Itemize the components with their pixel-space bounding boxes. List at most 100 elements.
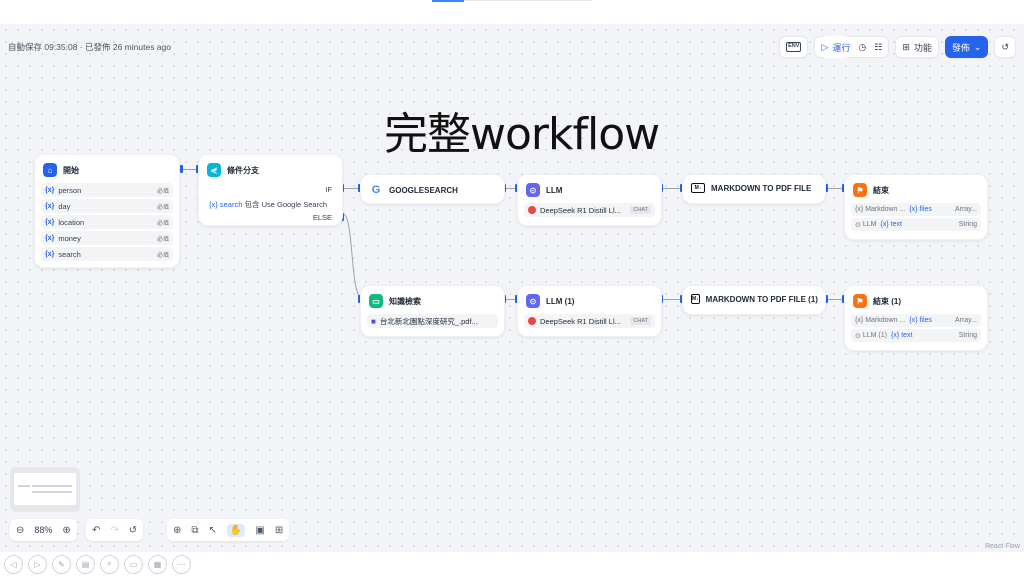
folder-icon: ■	[371, 316, 376, 326]
run-label: 運行	[832, 42, 851, 53]
slides-icon[interactable]: ▤	[76, 554, 95, 574]
googlesearch-node-title: GOOGLESEARCH	[389, 185, 458, 195]
google-icon: G	[369, 183, 383, 197]
organize-icon[interactable]: ⊞	[275, 525, 283, 536]
publish-label: 發佈	[951, 42, 970, 53]
zoom-in-icon[interactable]: ⊕	[62, 525, 70, 536]
knowledge-doc-row: ■ 台北新北園點深度研究_.pdf...	[367, 314, 498, 328]
else-label: ELSE	[312, 213, 332, 222]
env-button[interactable]: ENV	[779, 36, 809, 58]
markdown-to-pdf-node-title: MARKDOWN TO PDF FILE	[711, 183, 812, 193]
end-output-row: ⊙ LLM (1) {x} text String	[851, 329, 981, 342]
pointer-icon[interactable]: ↖	[209, 525, 217, 536]
start-var-row: {x} person 必填	[41, 183, 173, 197]
canvas-toolbar: ENV ▷ 運行 ◷ ☷ ⊞ 功能 發佈 ⌄ ↺	[779, 36, 1016, 58]
llm-1-model-row: DeepSeek R1 Distill Ll... CHAT	[524, 314, 655, 328]
version-history-button[interactable]: ↺	[994, 36, 1016, 58]
publish-button[interactable]: 發佈 ⌄	[944, 36, 989, 58]
end-node[interactable]: ⚑ 結束 {x} Markdown ... {x} files Array... ⊙ LL…	[844, 174, 988, 240]
start-node[interactable]: ⌂ 開始 {x} person 必填 {x} day 必填 {x} location 必填 …	[34, 154, 180, 268]
presentation-toolbar: ◁ ▷ ✎ ▤ ⌕ ▭ ▦ ⋯	[0, 552, 1024, 576]
zoom-level[interactable]: 88%	[34, 525, 52, 535]
features-button[interactable]: ⊞ 功能	[895, 36, 939, 58]
previous-icon[interactable]: ◁	[4, 554, 23, 574]
more-icon[interactable]: ⋯	[172, 554, 191, 574]
end-icon: ⚑	[853, 294, 867, 308]
edge-llm-pdf	[662, 188, 682, 189]
tab-divider	[464, 0, 592, 1]
markdown-icon: M↓	[691, 183, 705, 193]
end-1-node[interactable]: ⚑ 結束 (1) {x} Markdown ... {x} files Array...…	[844, 285, 988, 351]
knowledge-node-title: 知識檢索	[389, 296, 421, 306]
magnify-icon[interactable]: ⌕	[100, 554, 119, 574]
minimap[interactable]	[10, 467, 80, 512]
zoom-controls: ⊖ 88% ⊕	[10, 519, 77, 541]
checklist-icon[interactable]: ☷	[874, 42, 882, 53]
top-strip	[0, 0, 1024, 24]
port[interactable]	[180, 165, 183, 173]
run-group: ▷ 運行 ◷ ☷	[814, 36, 890, 58]
googlesearch-node[interactable]: G GOOGLESEARCH	[360, 174, 505, 204]
markdown-to-pdf-1-node-title: MARKDOWN TO PDF FILE (1)	[705, 294, 818, 304]
start-var-row: {x} location 必填	[41, 215, 173, 229]
restore-icon: ↺	[1001, 41, 1009, 52]
deepseek-icon	[528, 206, 536, 214]
condition-node-title: 條件分支	[227, 165, 259, 175]
reactflow-attribution[interactable]: React Flow	[985, 543, 1020, 550]
start-node-title: 開始	[63, 165, 79, 175]
end-output-row: {x} Markdown ... {x} files Array...	[851, 203, 981, 216]
subtitles-icon[interactable]: ▭	[124, 554, 143, 574]
markdown-to-pdf-node[interactable]: M↓ MARKDOWN TO PDF FILE	[682, 174, 826, 204]
llm-model-row: DeepSeek R1 Distill Ll... CHAT	[524, 203, 655, 217]
condition-rule: {x} search 包含 Use Google Search	[209, 200, 328, 209]
env-icon: ENV	[786, 42, 802, 52]
markdown-to-pdf-1-node[interactable]: M↓ MARKDOWN TO PDF FILE (1)	[682, 285, 826, 315]
end-node-title: 結束	[873, 185, 889, 195]
workflow-canvas[interactable]: 自動保存 09:35:08 · 已發佈 26 minutes ago ENV ▷…	[0, 24, 1024, 552]
play-icon: ▷	[821, 41, 829, 52]
book-icon: ▭	[369, 294, 383, 308]
start-var-row: {x} day 必填	[41, 199, 173, 213]
tab-indicator	[432, 0, 464, 2]
redo-icon[interactable]: ↷	[110, 525, 118, 536]
start-var-row: {x} money 必填	[41, 231, 173, 245]
features-icon: ⊞	[902, 41, 910, 52]
run-button[interactable]: ▷ 運行	[821, 36, 851, 58]
deepseek-icon	[528, 317, 536, 325]
edge-llm2-pdf2	[662, 299, 682, 300]
if-label: IF	[325, 185, 332, 194]
llm-icon: ⊙	[526, 183, 540, 197]
minimap-viewport	[14, 473, 76, 505]
add-note-icon[interactable]: ⧉	[191, 525, 198, 536]
hand-icon[interactable]: ✋	[226, 523, 246, 537]
screen-icon[interactable]: ▦	[148, 554, 167, 574]
llm-node[interactable]: ⊙ LLM DeepSeek R1 Distill Ll... CHAT	[517, 174, 662, 226]
export-image-icon[interactable]: ▣	[255, 525, 264, 536]
end-icon: ⚑	[853, 183, 867, 197]
history-icon[interactable]: ↺	[129, 525, 137, 536]
home-icon: ⌂	[43, 163, 57, 177]
condition-node[interactable]: ⋞ 條件分支 IF {x} search 包含 Use Google Searc…	[198, 154, 343, 226]
branch-icon: ⋞	[207, 163, 221, 177]
llm-1-node[interactable]: ⊙ LLM (1) DeepSeek R1 Distill Ll... CHAT	[517, 285, 662, 337]
chevron-down-icon: ⌄	[973, 41, 982, 52]
canvas-title: 完整workflow	[384, 109, 660, 160]
llm-1-node-title: LLM (1)	[546, 296, 575, 306]
next-icon[interactable]: ▷	[28, 554, 47, 574]
end-output-row: ⊙ LLM {x} text String	[851, 218, 981, 231]
canvas-tools: ⊕ ⧉ ↖ ✋ ▣ ⊞	[167, 519, 290, 541]
history-clock-icon[interactable]: ◷	[858, 42, 866, 53]
end-1-node-title: 結束 (1)	[873, 296, 901, 306]
markdown-icon: M↓	[691, 294, 700, 304]
end-output-row: {x} Markdown ... {x} files Array...	[851, 314, 981, 327]
llm-node-title: LLM	[546, 185, 563, 195]
undo-icon[interactable]: ↶	[92, 525, 100, 536]
features-label: 功能	[913, 42, 932, 53]
autosave-status: 自動保存 09:35:08 · 已發佈 26 minutes ago	[8, 42, 171, 52]
knowledge-retrieval-node[interactable]: ▭ 知識檢索 ■ 台北新北園點深度研究_.pdf...	[360, 285, 505, 337]
llm-icon: ⊙	[526, 294, 540, 308]
start-var-row: {x} search 必填	[41, 247, 173, 261]
zoom-out-icon[interactable]: ⊖	[16, 525, 24, 536]
pen-icon[interactable]: ✎	[52, 554, 71, 574]
add-node-icon[interactable]: ⊕	[173, 525, 181, 536]
